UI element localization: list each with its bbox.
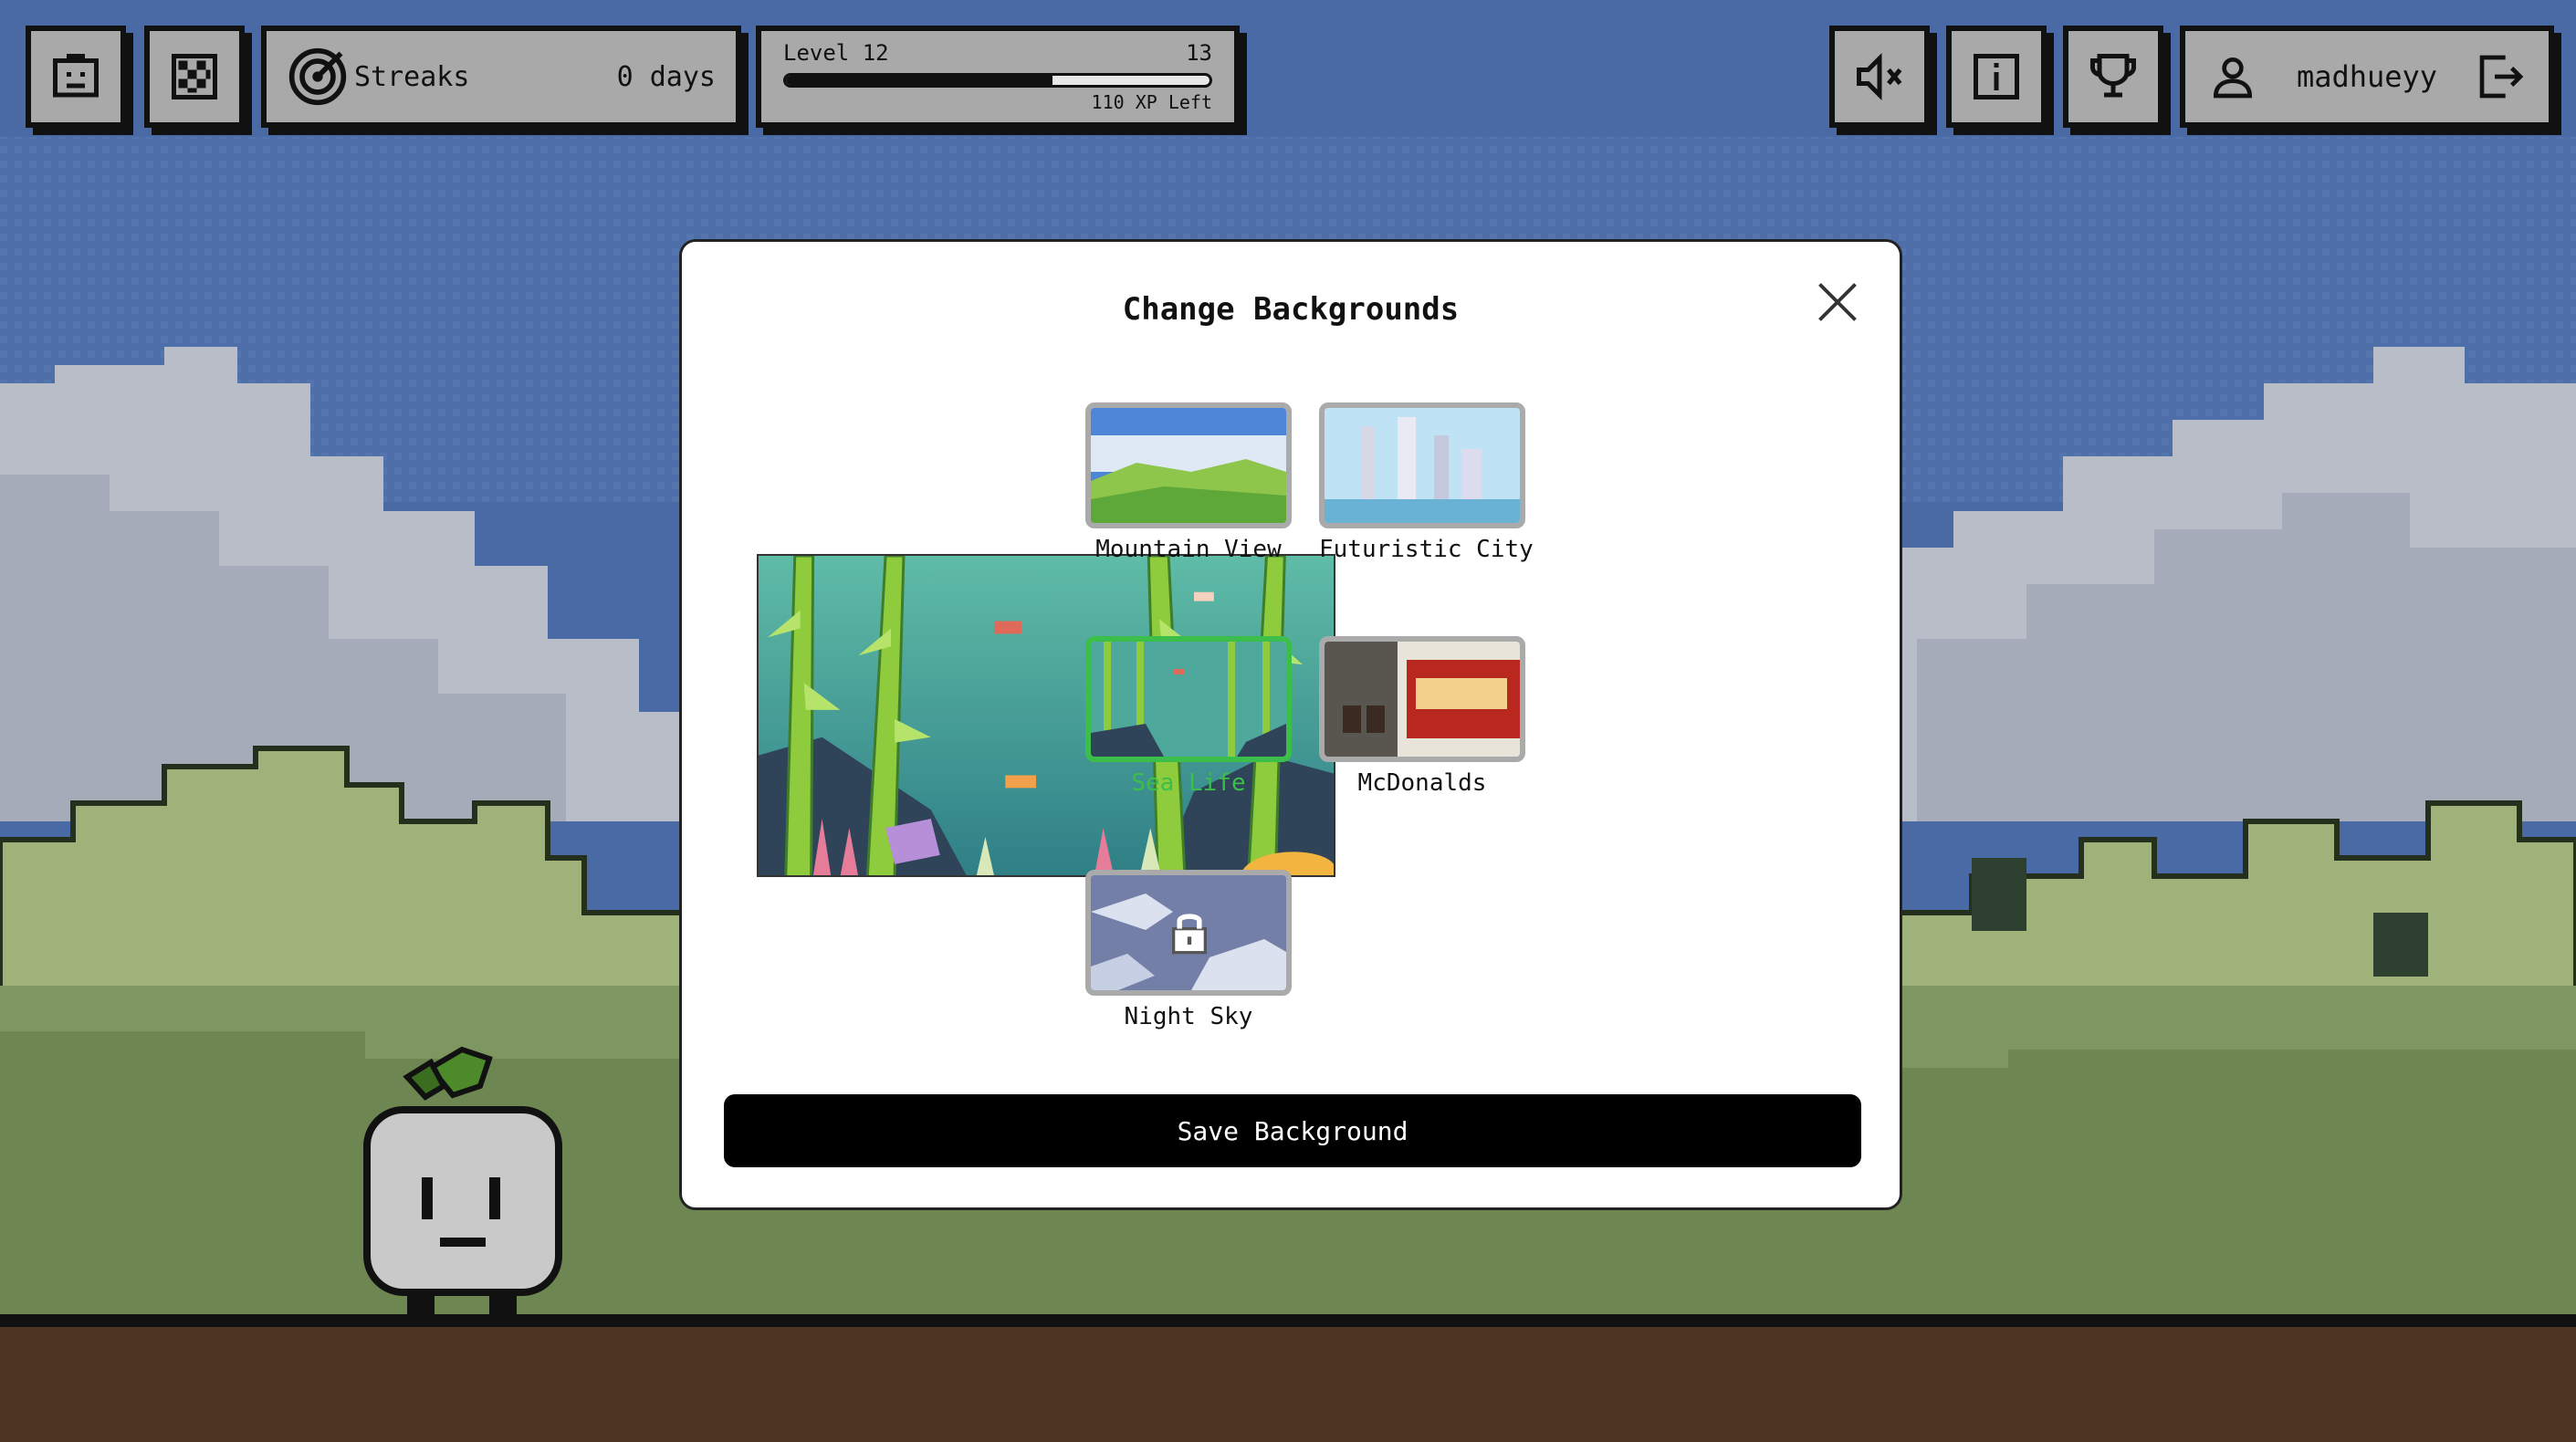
checker-icon	[172, 54, 217, 99]
thumbnail-label: Futuristic City	[1319, 536, 1534, 563]
close-icon[interactable]	[1814, 278, 1861, 326]
mountain-view-thumbnail[interactable]	[1085, 402, 1292, 528]
user-panel: madhueyy	[2180, 26, 2554, 128]
trophy-button[interactable]	[2063, 26, 2163, 128]
mute-icon	[1857, 52, 1902, 101]
thumbnail-label: McDonalds	[1357, 769, 1487, 797]
change-backgrounds-modal: Change Backgrounds Mountain View Futuris…	[679, 239, 1902, 1210]
target-icon	[288, 47, 347, 106]
streaks-panel: Streaks 0 days	[261, 26, 741, 128]
lock-icon	[1172, 914, 1207, 955]
save-background-button[interactable]: Save Background	[724, 1094, 1861, 1167]
futuristic-city-thumbnail[interactable]	[1319, 402, 1525, 528]
user-icon	[2213, 57, 2253, 99]
background-option-sea-life[interactable]: Sea Life	[1085, 636, 1292, 797]
level-panel: Level 12 13 110 XP Left	[756, 26, 1240, 128]
xp-progress-bar	[783, 73, 1212, 88]
background-option-mcdonalds[interactable]: McDonalds	[1319, 636, 1525, 797]
level-label: Level 12	[783, 40, 889, 66]
logout-icon[interactable]	[2476, 51, 2527, 102]
streaks-label: Streaks	[354, 60, 470, 93]
username: madhueyy	[2296, 59, 2438, 94]
background-option-night-sky[interactable]: Night Sky	[1085, 870, 1292, 1030]
xp-progress-fill	[786, 76, 1053, 85]
info-icon	[1974, 54, 2019, 99]
streaks-value: 0 days	[616, 60, 716, 93]
emotion-button[interactable]	[26, 26, 126, 128]
background-option-futuristic-city[interactable]: Futuristic City	[1319, 402, 1534, 563]
minigame-button[interactable]	[144, 26, 245, 128]
smile-icon	[53, 54, 99, 98]
mute-button[interactable]	[1829, 26, 1930, 128]
mcdonalds-thumbnail[interactable]	[1319, 636, 1525, 762]
thumbnail-label-selected: Sea Life	[1131, 769, 1246, 797]
thumbnail-label: Mountain View	[1095, 536, 1282, 563]
info-button[interactable]	[1946, 26, 2047, 128]
thumbnail-label: Night Sky	[1124, 1003, 1253, 1030]
sea-life-thumbnail[interactable]	[1085, 636, 1292, 762]
next-level-label: 13	[1186, 40, 1212, 66]
background-option-mountain-view[interactable]: Mountain View	[1085, 402, 1292, 563]
xp-left-label: 110 XP Left	[1091, 91, 1212, 113]
modal-title: Change Backgrounds	[1122, 291, 1460, 328]
trophy-icon	[2090, 54, 2136, 98]
